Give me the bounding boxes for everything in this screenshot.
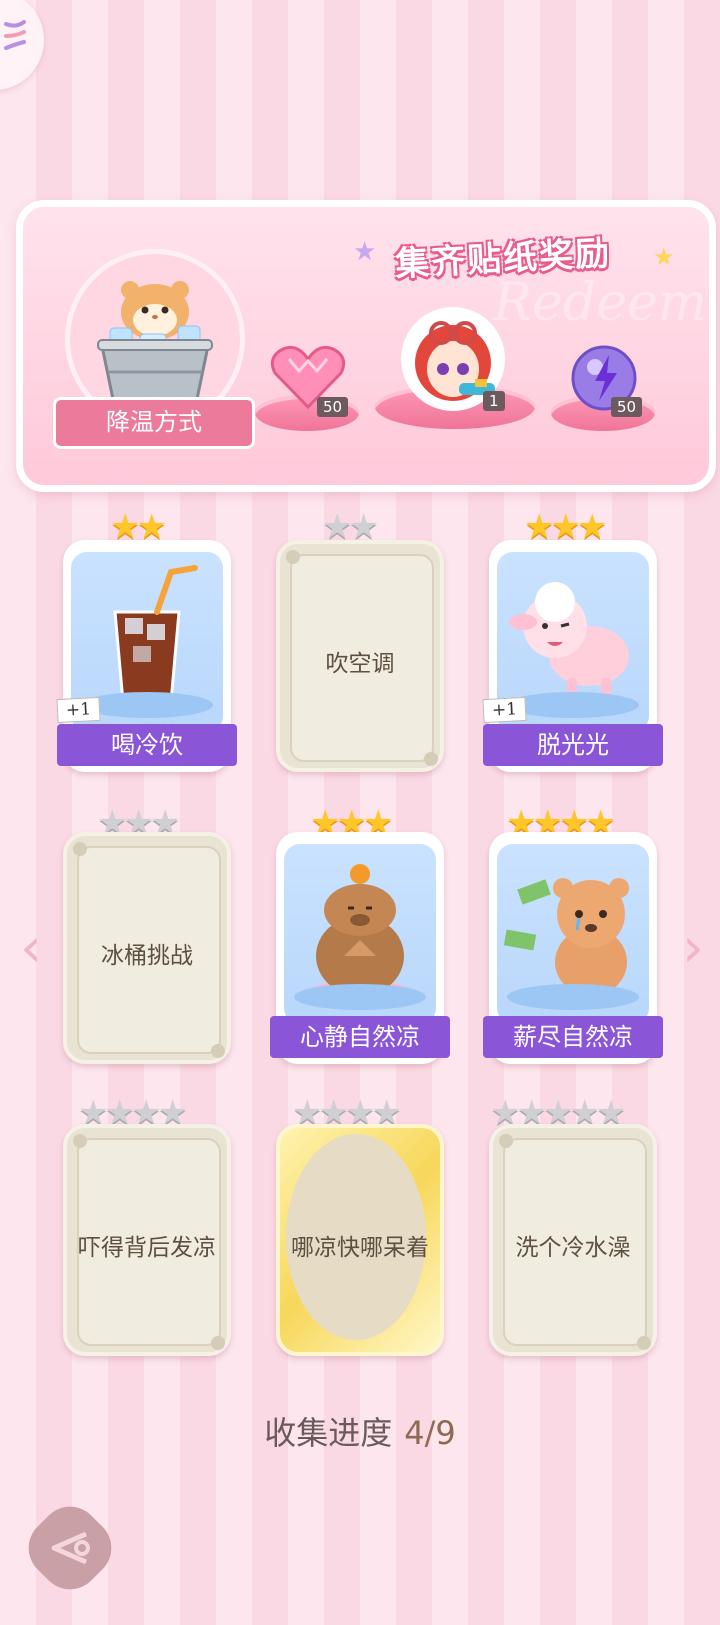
- duplicate-count-badge: +1: [482, 696, 527, 724]
- progress-value: 4/9: [404, 1414, 456, 1452]
- card-star-rating: ★★★: [524, 507, 607, 547]
- flower-menu-icon: [4, 20, 26, 50]
- card-name: 冰桶挑战: [101, 943, 193, 969]
- sticker-card[interactable]: +1 脱光光: [482, 540, 663, 772]
- category-label: 降温方式: [53, 397, 255, 449]
- collection-progress: 收集进度 4/9: [0, 1408, 720, 1454]
- banner-watermark: Redeem: [493, 273, 708, 333]
- card-name: 心静自然凉: [270, 1016, 450, 1058]
- card-name: 哪凉快哪呆着: [291, 1235, 429, 1261]
- sticker-card-locked[interactable]: 冰桶挑战: [63, 832, 231, 1064]
- reward-count: 50: [317, 397, 349, 417]
- reward-banner: ★ 集齐贴纸奖励 ★ Redeem 降温方式 50 1 50: [16, 200, 716, 492]
- capybara-icon: [284, 844, 436, 1024]
- star-decoration-icon: ★: [653, 243, 675, 271]
- card-star-rating: ★★: [110, 507, 167, 547]
- duplicate-count-badge: +1: [56, 696, 101, 724]
- card-name: 喝冷饮: [57, 724, 237, 766]
- menu-button[interactable]: [0, 0, 44, 90]
- sticker-card[interactable]: 薪尽自然凉: [483, 832, 663, 1064]
- sticker-card-locked[interactable]: 吹空调: [276, 540, 444, 772]
- card-name: 脱光光: [483, 724, 663, 766]
- card-name: 洗个冷水澡: [515, 1235, 631, 1261]
- sticker-card[interactable]: +1 喝冷饮: [56, 540, 237, 772]
- previous-page-arrow-icon[interactable]: ‹: [14, 918, 48, 978]
- crying-bear-icon: [497, 844, 649, 1024]
- progress-label: 收集进度: [264, 1414, 393, 1452]
- card-name: 吓得背后发凉: [78, 1235, 216, 1261]
- reward-count: 1: [483, 391, 505, 411]
- back-button[interactable]: [16, 1494, 124, 1602]
- next-page-arrow-icon[interactable]: ›: [676, 918, 710, 978]
- sticker-card[interactable]: 心静自然凉: [270, 832, 450, 1064]
- reward-count: 50: [611, 397, 643, 417]
- sticker-card-locked[interactable]: 洗个冷水澡: [489, 1124, 657, 1356]
- sticker-card-locked[interactable]: 吓得背后发凉: [63, 1124, 231, 1356]
- card-name: 薪尽自然凉: [483, 1016, 663, 1058]
- sticker-card-locked[interactable]: 哪凉快哪呆着: [276, 1124, 444, 1356]
- star-decoration-icon: ★: [353, 237, 377, 267]
- card-name: 吹空调: [325, 651, 395, 677]
- card-star-rating: ★★: [322, 507, 379, 547]
- back-arrow-icon: [51, 1531, 91, 1565]
